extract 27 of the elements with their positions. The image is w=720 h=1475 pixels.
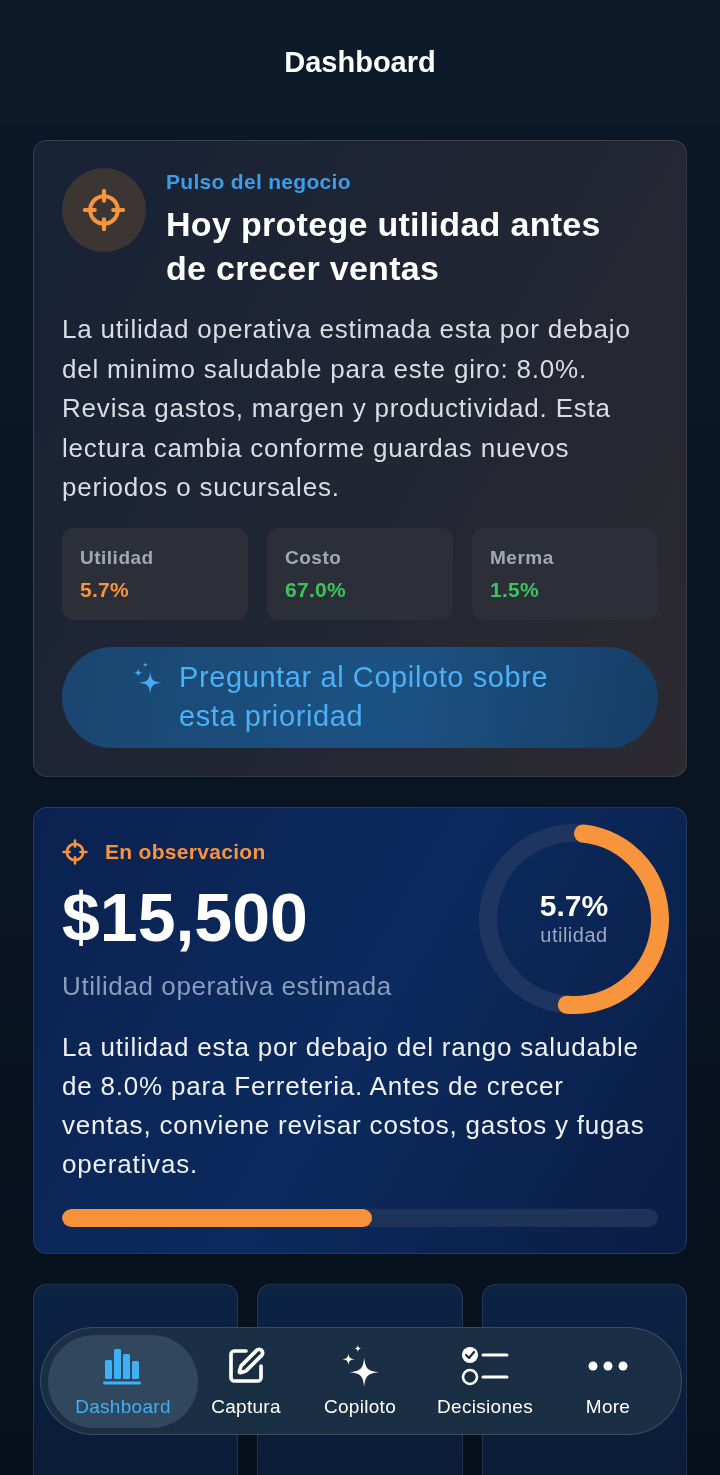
more-icon <box>588 1360 628 1371</box>
tab-item[interactable]: More <box>544 1334 672 1428</box>
description-text: La utilidad esta por debajo del rango saludable de 8.0% para Ferreteria. Antes de crecer ventas, conviene revisar costos, gastos y fugas operativas. <box>62 1030 646 1182</box>
tab-item[interactable]: Copiloto <box>294 1334 426 1428</box>
metric-label: Merma <box>490 545 555 570</box>
status-label: En observacion <box>105 838 266 865</box>
metric-label: Utilidad <box>80 545 155 570</box>
description-text: La utilidad operativa estimada esta por debajo del minimo saludable para este giro: 8.0%. Revisa gastos, margen y productividad. Esta lectura cambia conforme guardas nuevos periodos o sucursales. <box>62 313 632 504</box>
tab-item[interactable]: Captura <box>198 1334 294 1428</box>
tab-item[interactable]: Dashboard <box>48 1334 198 1428</box>
crosshair-icon <box>62 838 88 865</box>
amount-label: Utilidad operativa estimada <box>62 970 392 1001</box>
checklist-icon <box>461 1344 509 1387</box>
tab-item[interactable]: Decisiones <box>426 1334 544 1428</box>
metric-value: 5.7% <box>80 577 131 602</box>
eyebrow-label: Pulso del negocio <box>166 170 352 194</box>
ring-value: 5.7% <box>539 888 609 923</box>
amount-value: $15,500 <box>62 880 309 953</box>
metric-value: 67.0% <box>285 577 348 602</box>
edit-icon <box>226 1345 266 1386</box>
metric-value: 1.5% <box>490 577 541 602</box>
crosshair-icon <box>62 168 146 252</box>
card-title: Hoy protege utilidad antes de crecer ventas <box>166 204 602 289</box>
ring-label: utilidad <box>540 922 608 947</box>
metric-label: Costo <box>285 545 343 570</box>
ask-copilot-button[interactable]: Preguntar al Copiloto sobre esta prioridad <box>62 646 658 748</box>
page-title: Dashboard <box>284 45 436 79</box>
